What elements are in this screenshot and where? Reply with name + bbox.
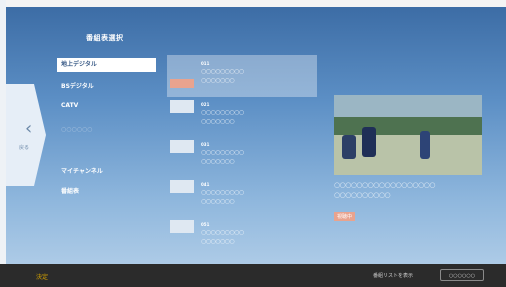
channel-number: 051: [201, 222, 210, 227]
channel-thumbnail: [170, 180, 194, 193]
back-label: 戻る: [19, 145, 30, 151]
channel-number: 021: [201, 102, 210, 107]
channel-title: ○○○○○○○○○: [201, 149, 244, 156]
channel-subtitle: ○○○○○○○: [201, 198, 235, 205]
channel-subtitle: ○○○○○○○: [201, 158, 235, 165]
channel-subtitle: ○○○○○○○: [201, 77, 235, 84]
channel-row[interactable]: 031 ○○○○○○○○○ ○○○○○○○: [170, 138, 310, 176]
screen-frame-top: [0, 0, 506, 7]
channel-number: 011: [201, 61, 210, 66]
bottom-bar: 決定 番組リストを表示 ○○○○○○: [0, 264, 506, 287]
menu-item-placeholder[interactable]: ○○○○○○: [57, 123, 156, 137]
menu-item-program-guide[interactable]: 番組表: [57, 185, 156, 199]
channel-row[interactable]: 041 ○○○○○○○○○ ○○○○○○○: [170, 178, 310, 216]
chevron-left-icon: ‹: [25, 118, 33, 139]
channel-number: 041: [201, 182, 210, 187]
channel-thumbnail: [170, 220, 194, 233]
menu-item-catv[interactable]: CATV: [57, 99, 156, 113]
channel-subtitle: ○○○○○○○: [201, 238, 235, 245]
channel-thumbnail: [170, 100, 194, 113]
program-preview-image: [334, 95, 482, 175]
channel-row[interactable]: 011 ○○○○○○○○○ ○○○○○○○: [170, 57, 310, 95]
channel-number: 031: [201, 142, 210, 147]
channel-row[interactable]: 051 ○○○○○○○○○ ○○○○○○○: [170, 218, 310, 256]
channel-thumbnail: [170, 140, 194, 153]
channel-title: ○○○○○○○○○: [201, 68, 244, 75]
channel-title: ○○○○○○○○○: [201, 189, 244, 196]
menu-item-terrestrial-digital[interactable]: 地上デジタル: [57, 58, 156, 72]
channel-row[interactable]: 021 ○○○○○○○○○ ○○○○○○○: [170, 98, 310, 136]
menu-item-my-channel[interactable]: マイチャンネル: [57, 165, 156, 179]
bottom-key-button[interactable]: ○○○○○○: [440, 269, 484, 281]
page-title: 番組表選択: [86, 34, 124, 42]
back-button[interactable]: ‹ 戻る: [6, 84, 46, 186]
channel-title: ○○○○○○○○○: [201, 109, 244, 116]
channel-subtitle: ○○○○○○○: [201, 118, 235, 125]
status-badge: 視聴中: [334, 212, 356, 221]
bottom-left-label: 決定: [36, 274, 49, 281]
bottom-hint: 番組リストを表示: [373, 273, 414, 279]
screen-frame-left: [0, 0, 6, 287]
program-description: ○○○○○○○○○○○○○○○○○○ ○○○○○○○○○○: [334, 181, 435, 199]
menu-item-bs-digital[interactable]: BSデジタル: [57, 80, 156, 94]
channel-thumbnail: [170, 79, 194, 88]
channel-title: ○○○○○○○○○: [201, 229, 244, 236]
